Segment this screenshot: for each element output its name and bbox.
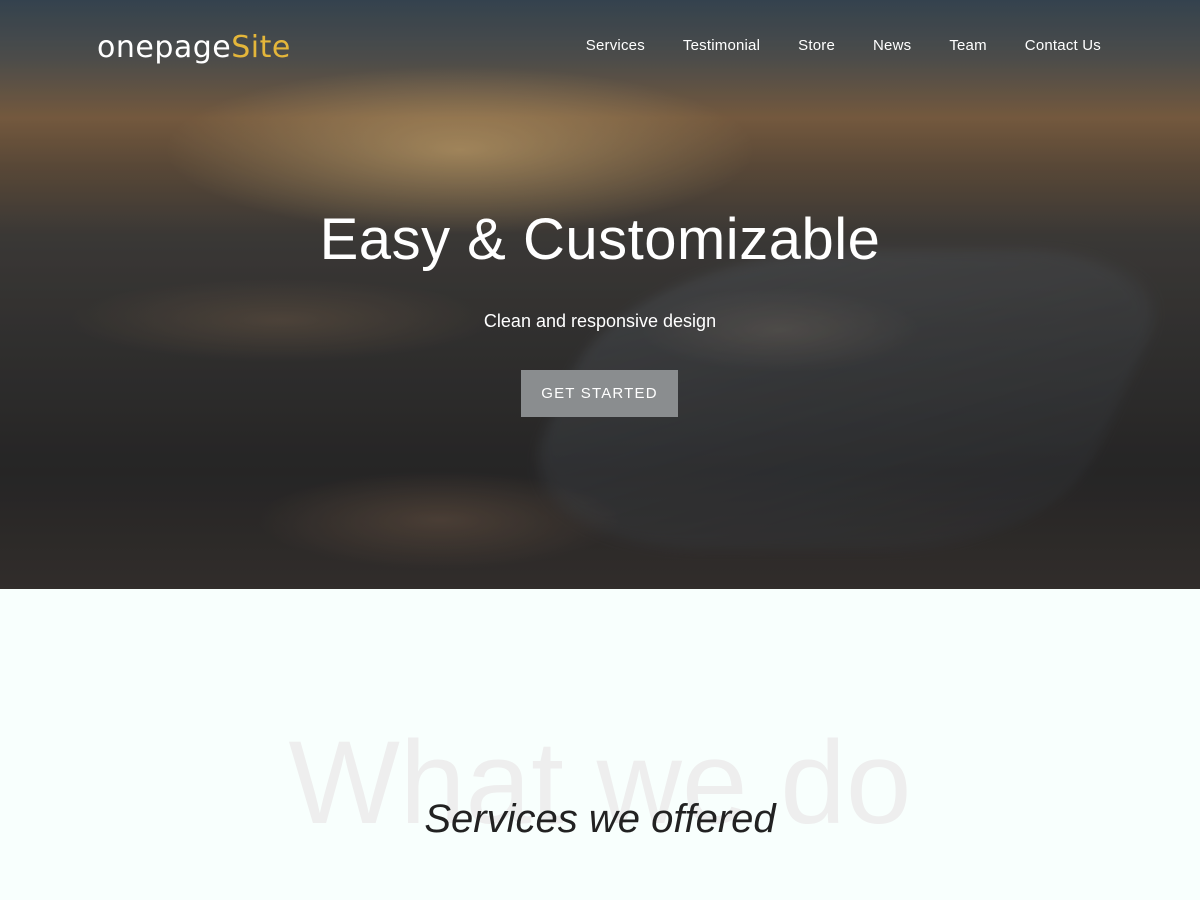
hero-subtitle: Clean and responsive design <box>483 311 717 331</box>
get-started-button[interactable]: GET STARTED <box>521 370 678 417</box>
hero-section: onepageSite Services Testimonial Store N… <box>0 0 1200 589</box>
hero-overlay <box>0 0 1200 589</box>
services-section: What we do Services we offered <box>0 589 1200 900</box>
nav-item-testimonial[interactable]: Testimonial <box>683 37 760 54</box>
nav-item-news[interactable]: News <box>873 37 911 54</box>
nav-item-services[interactable]: Services <box>586 37 645 54</box>
site-logo[interactable]: onepageSite <box>97 30 291 65</box>
logo-main-text: onepage <box>97 30 232 65</box>
hero-title: Easy & Customizable <box>319 207 881 272</box>
nav-item-team[interactable]: Team <box>949 37 986 54</box>
nav-item-store[interactable]: Store <box>798 37 835 54</box>
services-title: Services we offered <box>424 797 776 841</box>
nav-item-contact-us[interactable]: Contact Us <box>1025 37 1101 54</box>
main-nav: Services Testimonial Store News Team Con… <box>586 37 1101 54</box>
logo-accent-text: Site <box>231 30 291 65</box>
